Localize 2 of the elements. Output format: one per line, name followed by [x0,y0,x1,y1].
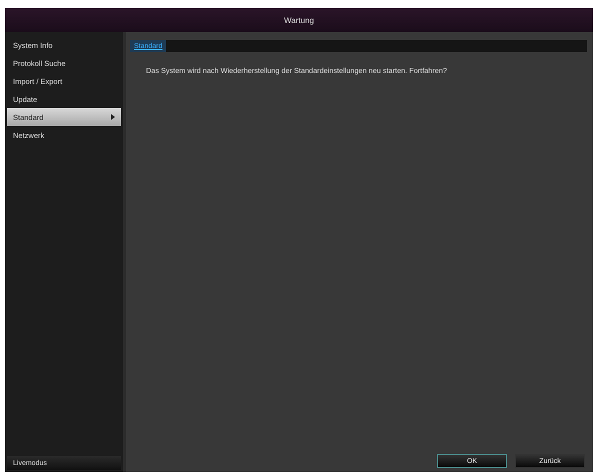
window-title: Wartung [5,8,593,32]
caret-icon [111,114,115,120]
